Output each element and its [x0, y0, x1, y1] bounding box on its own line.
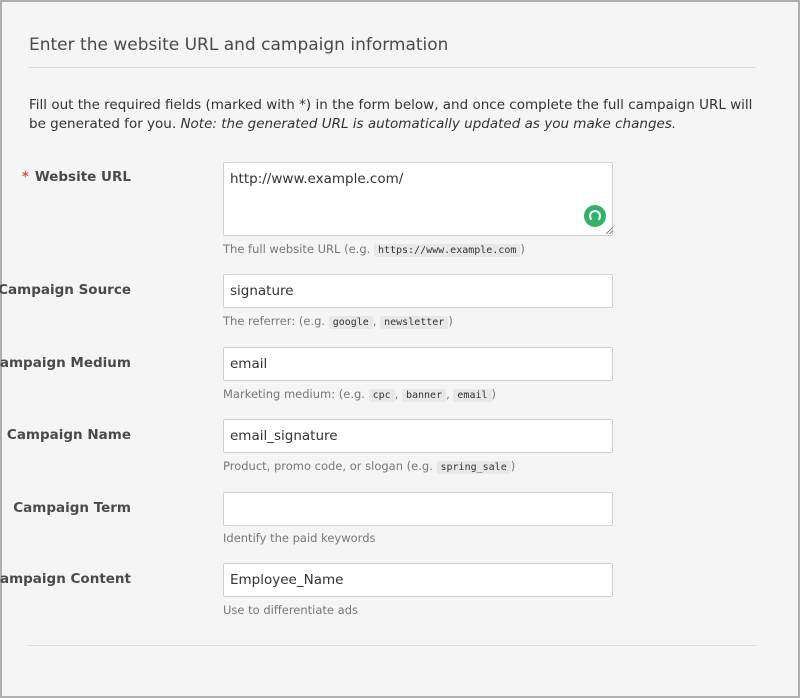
loading-spinner-icon [584, 205, 606, 227]
divider [28, 67, 756, 68]
example-code: spring_sale [436, 461, 511, 474]
divider [28, 645, 756, 646]
campaign-name-label-text: Campaign Name [6, 427, 131, 443]
help-text-end: ) [520, 242, 525, 256]
website-url-field[interactable]: http://www.example.com/ [223, 162, 613, 236]
help-text-end: ) [448, 314, 453, 328]
separator: , [394, 387, 399, 401]
separator: , [372, 314, 377, 328]
campaign-source-label: *Campaign Source [0, 282, 131, 298]
help-text: Marketing medium: (e.g. [223, 387, 365, 401]
campaign-term-label-text: Campaign Term [13, 500, 131, 516]
campaign-medium-label-text: Campaign Medium [0, 355, 131, 371]
intro-note: Note: the generated URL is automatically… [180, 116, 677, 132]
website-url-label: * Website URL [0, 169, 131, 185]
campaign-term-label: Campaign Term [0, 500, 131, 516]
help-text-end: ) [491, 387, 497, 401]
campaign-term-help: Identify the paid keywords [223, 531, 376, 545]
campaign-medium-field[interactable] [223, 347, 613, 381]
website-url-label-text: Website URL [34, 169, 131, 185]
campaign-content-field[interactable] [223, 563, 613, 597]
example-code: email [453, 389, 492, 402]
campaign-content-label-text: Campaign Content [0, 571, 131, 587]
example-code: banner [401, 389, 447, 402]
campaign-name-field[interactable] [223, 419, 613, 453]
intro-text: Fill out the required fields (marked wit… [29, 96, 757, 134]
example-code: google [328, 316, 373, 329]
campaign-content-help: Use to differentiate ads [223, 603, 359, 617]
form-panel: Enter the website URL and campaign infor… [0, 2, 758, 694]
campaign-content-label: Campaign Content [0, 571, 131, 587]
help-text: Product, promo code, or slogan (e.g. [223, 459, 433, 473]
campaign-source-field[interactable] [223, 274, 613, 308]
window-frame: Enter the website URL and campaign infor… [0, 0, 800, 698]
page-title: Enter the website URL and campaign infor… [29, 35, 449, 55]
campaign-medium-label: Campaign Medium [0, 355, 131, 371]
help-text: The full website URL (e.g. [223, 242, 371, 256]
help-text: The referrer: (e.g. [223, 314, 326, 328]
example-code: https://www.example.com [373, 244, 521, 257]
campaign-source-help: The referrer: (e.g. google, newsletter) [223, 314, 453, 329]
campaign-term-field[interactable] [223, 492, 613, 526]
campaign-source-label-text: Campaign Source [0, 282, 131, 298]
example-code: cpc [368, 389, 395, 402]
help-text-end: ) [510, 459, 516, 473]
required-marker: * [21, 169, 29, 185]
campaign-medium-help: Marketing medium: (e.g. cpc, banner, ema… [223, 387, 497, 402]
resize-grip-icon[interactable] [606, 227, 613, 234]
website-url-help: The full website URL (e.g. https://www.e… [223, 242, 525, 257]
example-code: newsletter [380, 316, 449, 329]
campaign-name-label: Campaign Name [0, 427, 131, 443]
campaign-name-help: Product, promo code, or slogan (e.g. spr… [223, 459, 516, 474]
separator: , [446, 387, 450, 401]
